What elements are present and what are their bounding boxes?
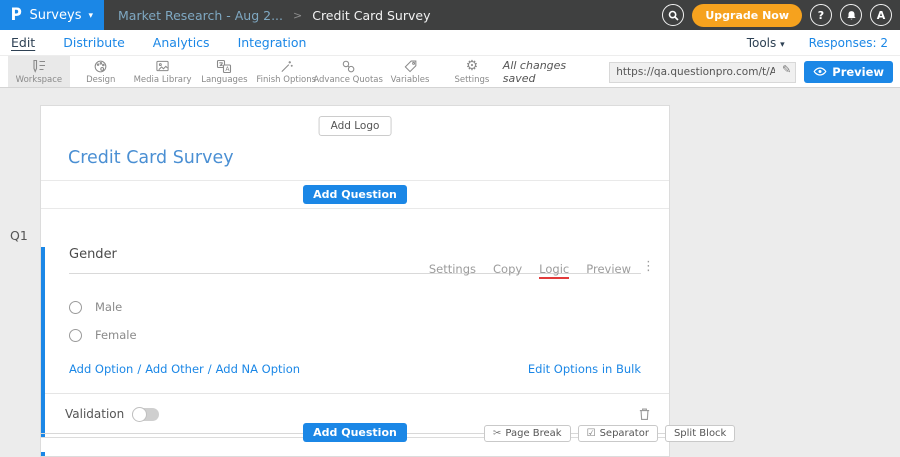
add-na-option-link[interactable]: Add NA Option [216, 362, 300, 376]
question-copy-link[interactable]: Copy [493, 262, 522, 279]
breadcrumb: Market Research - Aug 2... > Credit Card… [118, 8, 430, 23]
nav-tab-analytics[interactable]: Analytics [153, 35, 210, 50]
option-links-row: Add Option / Add Other / Add NA Option Edit … [69, 362, 641, 376]
option-row-male[interactable]: Male [69, 300, 669, 314]
edit-toolbar: Workspace Design Media Library A Languag… [0, 56, 900, 88]
avatar[interactable]: A [870, 4, 892, 26]
add-other-link[interactable]: Add Other [145, 362, 204, 376]
chevron-down-icon: ▾ [780, 40, 785, 50]
nav-tab-integration[interactable]: Integration [238, 35, 307, 50]
questionpro-logo-icon: P [11, 7, 22, 24]
translate-icon: A [216, 59, 232, 74]
breadcrumb-survey-name: Credit Card Survey [312, 8, 430, 23]
top-bar: P Surveys ▾ Market Research - Aug 2... >… [0, 0, 900, 30]
nav-tab-edit[interactable]: Edit [11, 35, 35, 50]
page-break-button[interactable]: ✂ Page Break [484, 425, 571, 442]
help-icon[interactable]: ? [810, 4, 832, 26]
question-options: Male Female [69, 300, 669, 342]
split-block-button[interactable]: Split Block [665, 425, 735, 442]
toolbar-workspace[interactable]: Workspace [8, 56, 70, 87]
add-logo-button[interactable]: Add Logo [319, 116, 392, 136]
toolbar-variables[interactable]: Variables [379, 56, 441, 87]
add-question-row-top: Add Question [41, 181, 669, 209]
survey-header: Add Logo Credit Card Survey [41, 106, 669, 181]
question-number-label: Q1 [10, 228, 28, 243]
surveys-menu[interactable]: P Surveys ▾ [0, 0, 104, 30]
tag-icon [403, 59, 418, 74]
option-label[interactable]: Male [95, 300, 122, 314]
toolbar-design[interactable]: Design [70, 56, 132, 87]
product-label: Surveys [29, 8, 81, 23]
radio-icon[interactable] [69, 329, 82, 342]
search-icon[interactable] [662, 4, 684, 26]
toolbar-settings[interactable]: ⚙ Settings [441, 56, 503, 87]
survey-title[interactable]: Credit Card Survey [68, 148, 234, 168]
nav-tab-distribute[interactable]: Distribute [63, 35, 125, 50]
eye-icon [813, 66, 827, 77]
toolbar-media-library[interactable]: Media Library [132, 56, 194, 87]
survey-url-field[interactable] [609, 62, 796, 83]
toolbar-finish-options[interactable]: Finish Options [255, 56, 317, 87]
notifications-bell-icon[interactable] [840, 4, 862, 26]
option-label[interactable]: Female [95, 328, 137, 342]
separator-checkbox-icon: ☑ [587, 428, 596, 439]
wand-icon [279, 59, 294, 74]
edit-options-bulk-link[interactable]: Edit Options in Bulk [528, 362, 641, 376]
tools-menu[interactable]: Tools ▾ [747, 36, 785, 50]
toolbar-languages[interactable]: A Languages [193, 56, 255, 87]
validation-toggle[interactable] [132, 408, 159, 421]
option-row-female[interactable]: Female [69, 328, 669, 342]
breadcrumb-folder[interactable]: Market Research - Aug 2... [118, 8, 283, 23]
scissors-icon: ✂ [493, 428, 501, 439]
save-status: All changes saved [503, 59, 601, 85]
chevron-down-icon: ▾ [88, 11, 93, 21]
add-option-link[interactable]: Add Option [69, 362, 133, 376]
separator-button[interactable]: ☑ Separator [578, 425, 658, 442]
image-icon [155, 59, 170, 74]
workspace-icon [31, 59, 47, 74]
survey-nav: Edit Distribute Analytics Integration To… [0, 30, 900, 56]
upgrade-now-button[interactable]: Upgrade Now [692, 4, 802, 27]
toolbar-advance-quotas[interactable]: Advance Quotas [317, 56, 379, 87]
breadcrumb-separator: > [293, 9, 302, 22]
responses-count[interactable]: Responses: 2 [809, 36, 888, 50]
delete-question-trash-icon[interactable] [638, 407, 651, 421]
gear-icon: ⚙ [466, 59, 479, 74]
add-question-button-top[interactable]: Add Question [303, 185, 407, 204]
question-actions: Settings Copy Logic Preview [429, 262, 631, 279]
palette-icon [93, 59, 108, 74]
survey-block: Add Logo Credit Card Survey Add Question… [40, 105, 670, 457]
edit-url-pencil-icon[interactable]: ✎ [782, 63, 791, 76]
radio-icon[interactable] [69, 301, 82, 314]
link-separator: / [137, 362, 141, 376]
preview-button[interactable]: Preview [804, 61, 893, 83]
validation-label: Validation [65, 407, 124, 421]
block-tools: ✂ Page Break ☑ Separator Split Block [484, 425, 735, 442]
question-preview-link[interactable]: Preview [586, 262, 631, 279]
question-logic-link[interactable]: Logic [539, 262, 569, 279]
question-settings-link[interactable]: Settings [429, 262, 476, 279]
link-separator: / [208, 362, 212, 376]
survey-editor-canvas: Q1 Add Logo Credit Card Survey Add Quest… [0, 88, 900, 452]
chain-links-icon [341, 59, 356, 74]
add-question-button-bottom[interactable]: Add Question [303, 423, 407, 442]
question-kebab-menu-icon[interactable]: ⋮ [642, 260, 655, 274]
